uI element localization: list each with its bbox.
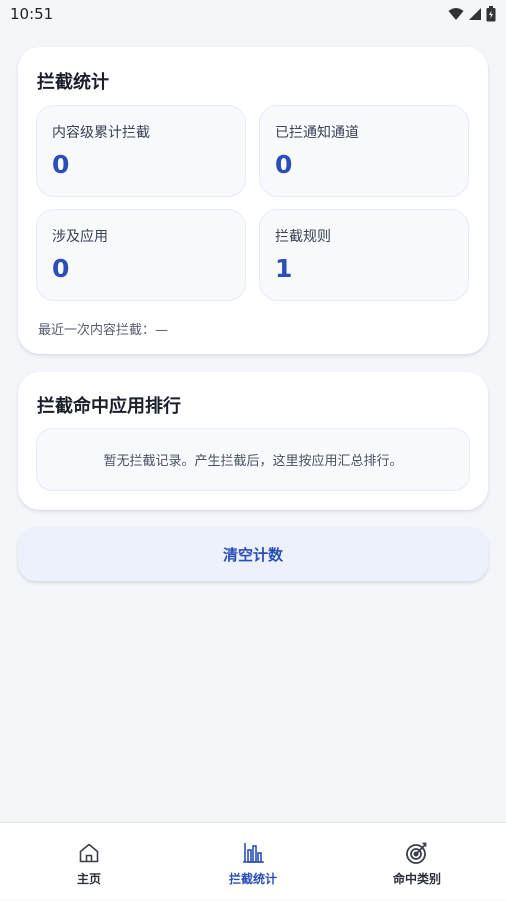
clear-count-button[interactable]: 清空计数 (18, 527, 488, 581)
bar-chart-icon (243, 843, 264, 863)
clear-count-label: 清空计数 (222, 545, 283, 564)
status-bar: 10:51 (0, 0, 506, 30)
nav-item-home[interactable]: 主页 (5, 823, 173, 901)
target-icon (406, 842, 427, 864)
status-icons (448, 6, 496, 22)
signal-icon (469, 8, 481, 20)
home-icon (79, 843, 99, 863)
last-intercept-text: 最近一次内容拦截：— (38, 323, 169, 338)
stat-tile-value: 0 (52, 150, 70, 179)
ranking-empty-text: 暂无拦截记录。产生拦截后，这里按应用汇总排行。 (103, 454, 403, 469)
ranking-card-title: 拦截命中应用排行 (37, 396, 181, 417)
stats-card: 拦截统计 内容级累计拦截 0 已拦通知通道 0 涉及应用 0 拦截规则 1 最近… (18, 47, 488, 354)
battery-icon (486, 6, 496, 22)
stats-card-title: 拦截统计 (37, 72, 109, 93)
ranking-empty-state: 暂无拦截记录。产生拦截后，这里按应用汇总排行。 (36, 428, 470, 491)
stat-tile-intercept-rules: 拦截规则 1 (259, 209, 469, 301)
stat-tile-label: 拦截规则 (275, 229, 331, 245)
stat-tile-label: 内容级累计拦截 (52, 125, 150, 141)
nav-item-stats[interactable]: 拦截统计 (169, 823, 337, 901)
nav-item-category[interactable]: 命中类别 (333, 823, 501, 901)
nav-label-category: 命中类别 (392, 872, 441, 886)
stat-tile-value: 1 (275, 254, 293, 283)
stat-tile-apps-involved: 涉及应用 0 (36, 209, 246, 301)
stat-tile-value: 0 (275, 150, 293, 179)
app-ranking-card: 拦截命中应用排行 暂无拦截记录。产生拦截后，这里按应用汇总排行。 (18, 372, 488, 510)
stat-tile-content-intercepts: 内容级累计拦截 0 (36, 105, 246, 197)
stat-tile-label: 已拦通知通道 (275, 125, 359, 141)
status-time: 10:51 (10, 5, 54, 23)
stat-tile-label: 涉及应用 (52, 229, 108, 245)
stat-tile-value: 0 (52, 254, 70, 283)
bottom-nav: 主页 拦截统计 命中类别 (0, 822, 506, 900)
nav-label-stats: 拦截统计 (228, 872, 277, 886)
wifi-icon (448, 8, 464, 20)
nav-label-home: 主页 (76, 872, 101, 886)
stat-tile-notification-channels: 已拦通知通道 0 (259, 105, 469, 197)
